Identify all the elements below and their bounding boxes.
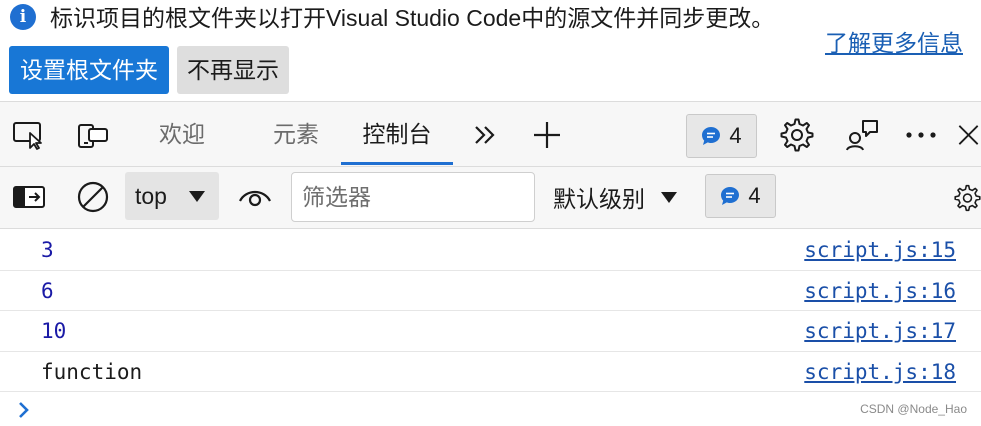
add-tab-icon[interactable]	[530, 118, 564, 152]
console-settings-icon[interactable]	[954, 180, 981, 216]
context-selector[interactable]: top	[125, 172, 219, 220]
log-value: 10	[41, 319, 67, 343]
feedback-icon[interactable]	[842, 116, 882, 154]
log-source-link[interactable]: script.js:17	[804, 311, 956, 351]
console-issues-count: 4	[748, 183, 761, 208]
console-toolbar: top 默认级别 4	[0, 167, 981, 229]
log-value: 6	[41, 278, 54, 303]
sidebar-toggle-icon[interactable]	[10, 180, 48, 214]
log-row: 3 script.js:15	[0, 230, 981, 271]
context-value: top	[135, 182, 167, 209]
live-expression-eye-icon[interactable]	[236, 181, 274, 213]
clear-console-icon[interactable]	[74, 179, 112, 215]
active-tab-indicator	[341, 162, 453, 165]
watermark: CSDN @Node_Hao	[860, 402, 967, 416]
log-value: function	[41, 359, 143, 384]
log-value: 3	[41, 238, 54, 262]
device-emulation-icon[interactable]	[74, 118, 112, 152]
more-options-icon[interactable]	[902, 118, 940, 152]
issues-bubble-icon	[721, 187, 740, 205]
log-source-link[interactable]: script.js:16	[804, 271, 956, 311]
filter-input[interactable]	[291, 172, 535, 222]
close-icon[interactable]	[956, 118, 981, 152]
console-log: 3 script.js:15 6 script.js:16 10 script.…	[0, 230, 981, 392]
log-source-link[interactable]: script.js:18	[804, 352, 956, 392]
log-row: 10 script.js:17	[0, 311, 981, 352]
tab-elements[interactable]: 元素	[262, 102, 330, 166]
more-tabs-icon[interactable]	[468, 118, 502, 152]
issues-button[interactable]: 4	[686, 114, 757, 158]
info-banner: i 标识项目的根文件夹以打开Visual Studio Code中的源文件并同步…	[0, 0, 981, 100]
tab-console[interactable]: 控制台	[348, 102, 446, 166]
info-icon: i	[10, 4, 36, 30]
learn-more-link[interactable]: 了解更多信息	[825, 27, 963, 59]
console-issues-button[interactable]: 4	[705, 174, 776, 218]
log-level-selector[interactable]: 默认级别	[553, 172, 677, 222]
console-prompt	[0, 392, 981, 426]
log-row: 6 script.js:16	[0, 271, 981, 311]
prompt-chevron-icon	[19, 402, 29, 418]
settings-gear-icon[interactable]	[777, 116, 817, 154]
set-root-folder-button[interactable]: 设置根文件夹	[9, 46, 169, 94]
log-level-value: 默认级别	[553, 186, 645, 212]
dont-show-again-button[interactable]: 不再显示	[177, 46, 289, 94]
log-row: function script.js:18	[0, 352, 981, 392]
issues-bubble-icon	[702, 127, 721, 145]
chevron-down-icon	[661, 191, 677, 203]
inspect-icon[interactable]	[10, 118, 48, 152]
tab-welcome[interactable]: 欢迎	[150, 102, 214, 166]
issues-count: 4	[729, 123, 742, 148]
console-input[interactable]	[42, 395, 822, 423]
log-source-link[interactable]: script.js:15	[804, 230, 956, 270]
banner-message: 标识项目的根文件夹以打开Visual Studio Code中的源文件并同步更改…	[50, 5, 775, 31]
chevron-down-icon	[189, 191, 205, 202]
devtools-main-toolbar: 欢迎 元素 控制台 4	[0, 101, 981, 167]
